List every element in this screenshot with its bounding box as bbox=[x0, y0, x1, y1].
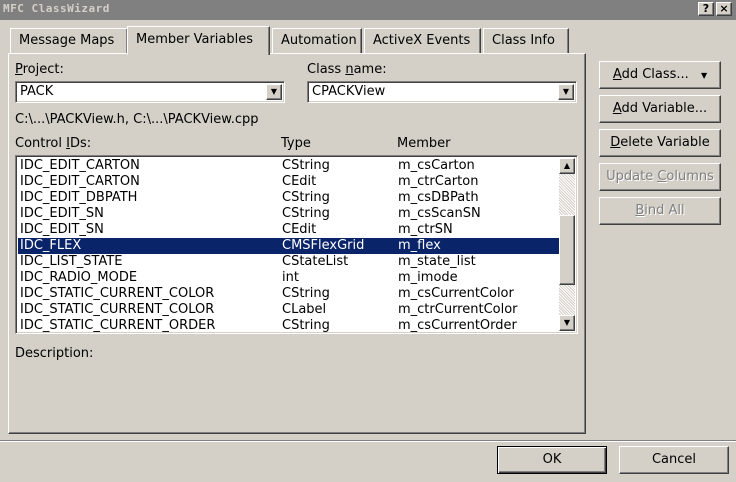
column-header-member: Member bbox=[397, 136, 451, 151]
type-cell: CMSFlexGrid bbox=[282, 238, 365, 253]
type-cell: int bbox=[282, 270, 299, 285]
scroll-down-icon[interactable]: ▼ bbox=[559, 315, 575, 331]
class-files-path: C:\...\PACKView.h, C:\...\PACKView.cpp bbox=[15, 112, 259, 127]
tab-class-info[interactable]: Class Info bbox=[483, 28, 569, 53]
table-row[interactable]: IDC_STATIC_CURRENT_COLOR CString m_csCurre… bbox=[18, 286, 561, 302]
type-cell: CEdit bbox=[282, 222, 317, 237]
type-cell: CString bbox=[282, 318, 330, 333]
table-row[interactable]: IDC_EDIT_DBPATH CString m_csDBPath bbox=[18, 190, 561, 206]
table-row[interactable]: IDC_FLEX CMSFlexGrid m_flex bbox=[18, 238, 561, 254]
bind-all-button[interactable]: Bind All bbox=[599, 197, 721, 225]
chevron-down-icon: ▼ bbox=[700, 71, 708, 80]
member-cell: m_csCurrentColor bbox=[398, 286, 514, 301]
project-value: PACK bbox=[20, 84, 54, 99]
tab-activex-events[interactable]: ActiveX Events bbox=[364, 28, 481, 53]
help-button[interactable]: ? bbox=[698, 2, 714, 16]
variables-list[interactable]: IDC_EDIT_CARTON CString m_csCarton IDC_EDIT… bbox=[15, 155, 578, 334]
description-label: Description: bbox=[15, 346, 94, 361]
scroll-up-icon[interactable]: ▲ bbox=[559, 158, 575, 174]
control-id-cell: IDC_STATIC_CURRENT_ORDER bbox=[20, 318, 216, 333]
control-id-cell: IDC_EDIT_CARTON bbox=[20, 174, 140, 189]
table-row[interactable]: IDC_EDIT_CARTON CEdit m_ctrCarton bbox=[18, 174, 561, 190]
add-class-button[interactable]: Add Class... ▼ bbox=[599, 61, 721, 89]
member-cell: m_imode bbox=[398, 270, 458, 285]
control-id-cell: IDC_EDIT_DBPATH bbox=[20, 190, 138, 205]
table-row[interactable]: IDC_EDIT_SN CEdit m_ctrSN bbox=[18, 222, 561, 238]
table-row[interactable]: IDC_STATIC_CURRENT_ORDER CString m_csCurre… bbox=[18, 318, 561, 334]
table-row[interactable]: IDC_EDIT_SN CString m_csScanSN bbox=[18, 206, 561, 222]
control-id-cell: IDC_EDIT_SN bbox=[20, 206, 104, 221]
member-cell: m_ctrCarton bbox=[398, 174, 479, 189]
cancel-button[interactable]: Cancel bbox=[619, 446, 729, 474]
member-cell: m_csCarton bbox=[398, 158, 475, 173]
window-title: MFC ClassWizard bbox=[3, 2, 110, 15]
control-id-cell: IDC_STATIC_CURRENT_COLOR bbox=[20, 302, 215, 317]
tab-message-maps[interactable]: Message Maps bbox=[10, 28, 128, 53]
table-row[interactable]: IDC_RADIO_MODE int m_imode bbox=[18, 270, 561, 286]
table-row[interactable]: IDC_LIST_STATE CStateList m_state_list bbox=[18, 254, 561, 270]
delete-variable-button[interactable]: Delete Variable bbox=[599, 129, 721, 157]
member-cell: m_csDBPath bbox=[398, 190, 479, 205]
type-cell: CLabel bbox=[282, 302, 327, 317]
member-cell: m_ctrSN bbox=[398, 222, 453, 237]
control-id-cell: IDC_RADIO_MODE bbox=[20, 270, 138, 285]
vertical-scrollbar[interactable]: ▲ ▼ bbox=[559, 158, 575, 331]
add-variable-button[interactable]: Add Variable... bbox=[599, 95, 721, 123]
member-cell: m_csScanSN bbox=[398, 206, 481, 221]
ok-button[interactable]: OK bbox=[497, 446, 607, 474]
close-button[interactable]: × bbox=[716, 2, 732, 16]
member-cell: m_flex bbox=[398, 238, 441, 253]
table-row[interactable]: IDC_STATIC_CURRENT_COLOR CLabel m_ctrCurre… bbox=[18, 302, 561, 318]
tab-member-variables[interactable]: Member Variables bbox=[127, 26, 270, 55]
member-cell: m_state_list bbox=[398, 254, 476, 269]
type-cell: CString bbox=[282, 158, 330, 173]
type-cell: CString bbox=[282, 286, 330, 301]
column-header-control-ids: Control IDs: bbox=[15, 136, 92, 151]
control-id-cell: IDC_LIST_STATE bbox=[20, 254, 123, 269]
control-id-cell: IDC_FLEX bbox=[20, 238, 82, 253]
type-cell: CEdit bbox=[282, 174, 317, 189]
title-bar: MFC ClassWizard ? × bbox=[0, 0, 736, 20]
type-cell: CString bbox=[282, 206, 330, 221]
project-label: Project: bbox=[15, 62, 64, 77]
class-name-combo[interactable]: CPACKView ▼ bbox=[307, 81, 577, 103]
type-cell: CStateList bbox=[282, 254, 349, 269]
project-combo[interactable]: PACK ▼ bbox=[15, 81, 285, 103]
member-cell: m_csCurrentOrder bbox=[398, 318, 517, 333]
control-id-cell: IDC_EDIT_SN bbox=[20, 222, 104, 237]
type-cell: CString bbox=[282, 190, 330, 205]
update-columns-button[interactable]: Update Columns bbox=[599, 163, 721, 191]
table-row[interactable]: IDC_EDIT_CARTON CString m_csCarton bbox=[18, 158, 561, 174]
scroll-thumb[interactable] bbox=[559, 215, 575, 285]
control-id-cell: IDC_EDIT_CARTON bbox=[20, 158, 140, 173]
chevron-down-icon[interactable]: ▼ bbox=[266, 84, 282, 100]
chevron-down-icon[interactable]: ▼ bbox=[558, 84, 574, 100]
class-name-label: Class name: bbox=[307, 62, 387, 77]
column-header-type: Type bbox=[281, 136, 311, 151]
tab-automation[interactable]: Automation bbox=[272, 28, 362, 53]
footer-separator bbox=[0, 440, 736, 442]
class-name-value: CPACKView bbox=[312, 84, 386, 99]
control-id-cell: IDC_STATIC_CURRENT_COLOR bbox=[20, 286, 215, 301]
member-cell: m_ctrCurrentColor bbox=[398, 302, 518, 317]
